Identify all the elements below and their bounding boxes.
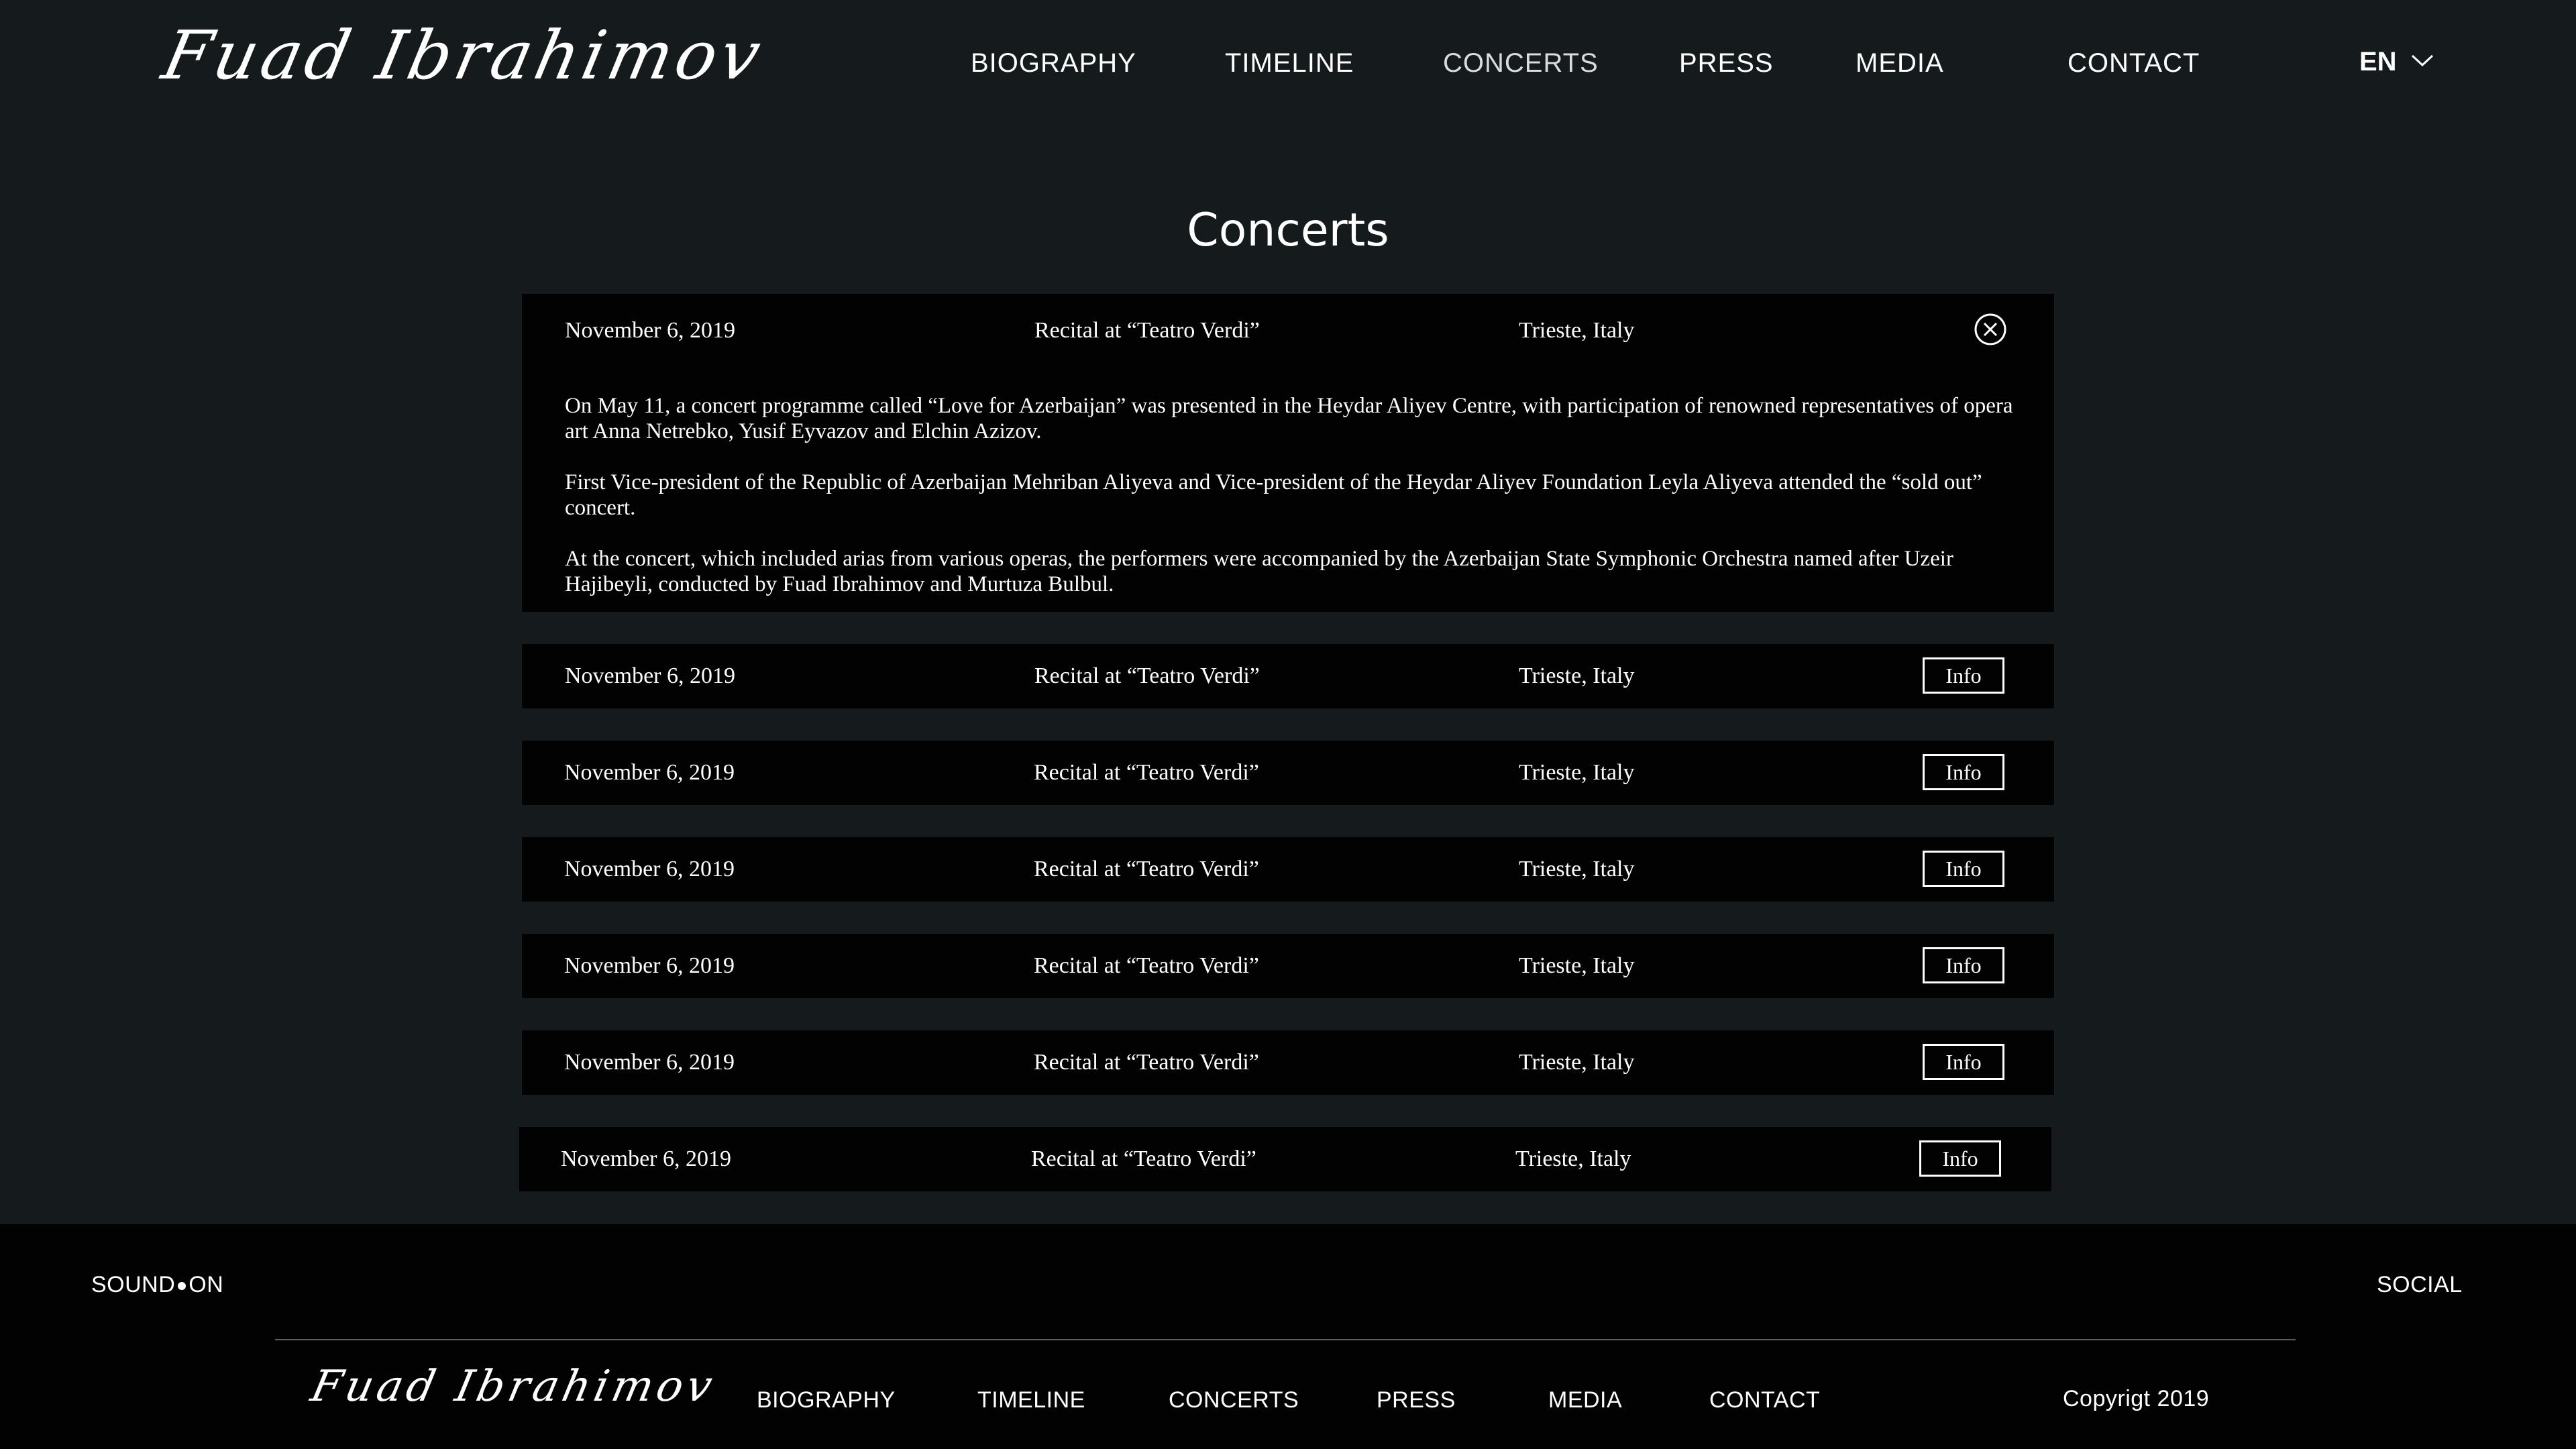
concert-title: Recital at “Teatro Verdi” — [1034, 857, 1259, 881]
footer-nav-timeline[interactable]: TIMELINE — [977, 1387, 1085, 1413]
concert-description-paragraph: At the concert, which included arias fro… — [565, 547, 1953, 596]
concert-title: Recital at “Teatro Verdi” — [1034, 318, 1260, 343]
footer-nav-media[interactable]: MEDIA — [1548, 1387, 1622, 1413]
concert-title: Recital at “Teatro Verdi” — [1034, 663, 1260, 688]
footer-nav-concerts[interactable]: CONCERTS — [1169, 1387, 1299, 1413]
concert-item — [522, 1030, 2054, 1095]
info-button[interactable]: Info — [1923, 1044, 2004, 1080]
concert-date: November 6, 2019 — [561, 1146, 732, 1171]
footer-logo[interactable]: Fuad Ibrahimov — [307, 1362, 720, 1411]
concert-title: Recital at “Teatro Verdi” — [1034, 953, 1259, 978]
nav-media[interactable]: MEDIA — [1856, 48, 1944, 78]
info-button[interactable]: Info — [1923, 947, 2004, 983]
nav-biography[interactable]: BIOGRAPHY — [971, 48, 1136, 78]
sound-toggle[interactable]: SOUND ON — [91, 1272, 223, 1298]
language-label: EN — [2359, 47, 2397, 76]
concert-date: November 6, 2019 — [565, 318, 736, 343]
concert-location: Trieste, Italy — [1515, 1146, 1631, 1171]
nav-timeline[interactable]: TIMELINE — [1225, 48, 1354, 78]
info-button[interactable]: Info — [1923, 851, 2004, 887]
concert-location: Trieste, Italy — [1519, 663, 1635, 688]
concert-description-paragraph: On May 11, a concert programme called “L… — [565, 394, 2013, 443]
concert-location: Trieste, Italy — [1519, 857, 1635, 881]
nav-press[interactable]: PRESS — [1679, 48, 1774, 78]
close-icon[interactable] — [1974, 313, 2007, 346]
concert-item — [519, 1127, 2051, 1191]
social-link[interactable]: SOCIAL — [2377, 1272, 2463, 1298]
footer — [0, 1224, 2576, 1449]
nav-concerts[interactable]: CONCERTS — [1443, 48, 1599, 78]
page-title: Concerts — [1187, 203, 1389, 257]
concert-item — [522, 741, 2054, 805]
copyright: Copyrigt 2019 — [2063, 1386, 2210, 1411]
concert-location: Trieste, Italy — [1519, 318, 1635, 343]
concert-item — [522, 644, 2054, 708]
info-button[interactable]: Info — [1923, 657, 2004, 694]
footer-nav-press[interactable]: PRESS — [1377, 1387, 1456, 1413]
concert-location: Trieste, Italy — [1519, 760, 1635, 785]
concert-title: Recital at “Teatro Verdi” — [1034, 760, 1259, 785]
concert-title: Recital at “Teatro Verdi” — [1034, 1050, 1259, 1075]
concert-item — [522, 837, 2054, 902]
concert-date: November 6, 2019 — [564, 760, 735, 785]
concert-item — [522, 934, 2054, 998]
concert-date: November 6, 2019 — [564, 857, 735, 881]
nav-contact[interactable]: CONTACT — [2068, 48, 2200, 78]
sound-label: SOUND — [91, 1272, 176, 1297]
site-logo[interactable]: Fuad Ibrahimov — [156, 16, 771, 95]
chevron-down-icon — [2411, 54, 2434, 67]
concert-date: November 6, 2019 — [565, 663, 736, 688]
sound-state: ON — [189, 1272, 224, 1297]
info-button[interactable]: Info — [1919, 1140, 2001, 1177]
concert-date: November 6, 2019 — [564, 953, 735, 978]
footer-divider — [275, 1339, 2296, 1340]
sound-dot-icon — [178, 1282, 186, 1291]
info-button[interactable]: Info — [1923, 754, 2004, 790]
concert-date: November 6, 2019 — [564, 1050, 735, 1075]
concert-title: Recital at “Teatro Verdi” — [1031, 1146, 1256, 1171]
concert-description-paragraph: First Vice-president of the Republic of … — [565, 470, 1982, 520]
footer-nav-contact[interactable]: CONTACT — [1709, 1387, 1820, 1413]
concert-location: Trieste, Italy — [1519, 1050, 1635, 1075]
concert-location: Trieste, Italy — [1519, 953, 1635, 978]
footer-nav-biography[interactable]: BIOGRAPHY — [757, 1387, 896, 1413]
